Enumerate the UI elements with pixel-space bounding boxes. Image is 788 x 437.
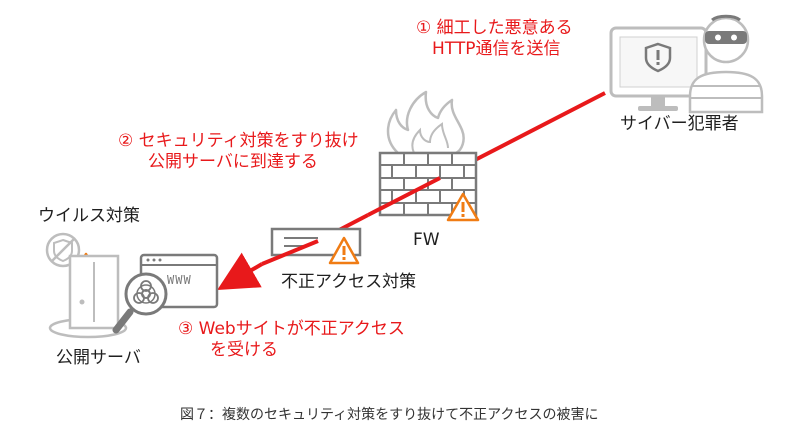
step3-label: ③ Webサイトが不正アクセス を受ける	[178, 319, 405, 362]
ids-label: 不正アクセス対策	[281, 272, 417, 292]
step3-number: ③	[178, 319, 194, 339]
diagram: ① 細工した悪意ある HTTP通信を送信 ② セキュリティ対策をすり抜け 公開サ…	[0, 0, 788, 437]
step1-number: ①	[416, 18, 432, 38]
firewall-label: FW	[413, 230, 440, 250]
step3-line1: Webサイトが不正アクセス	[198, 319, 405, 339]
step2-label: ② セキュリティ対策をすり抜け 公開サーバに到達する	[118, 131, 359, 174]
step1-label: ① 細工した悪意ある HTTP通信を送信	[416, 18, 573, 61]
step2-number: ②	[118, 131, 134, 151]
step3-line2: を受ける	[210, 340, 278, 361]
server-label: 公開サーバ	[56, 348, 141, 368]
step1-line1: 細工した悪意ある	[436, 18, 573, 38]
antivirus-label: ウイルス対策	[38, 206, 140, 226]
magnifier-biohazard-icon	[112, 272, 168, 334]
step2-line1: セキュリティ対策をすり抜け	[138, 131, 359, 151]
step2-line2: 公開サーバに到達する	[148, 152, 318, 173]
step1-line2: HTTP通信を送信	[432, 39, 561, 60]
browser-www-text: WWW	[167, 273, 192, 287]
flame-icon	[386, 90, 465, 155]
criminal-label: サイバー犯罪者	[620, 114, 739, 134]
figure-caption: 図７：複数のセキュリティ対策をすり抜けて不正アクセスの被害に	[180, 407, 599, 423]
server-tower-icon	[48, 254, 128, 339]
attack-arrow	[217, 252, 264, 291]
